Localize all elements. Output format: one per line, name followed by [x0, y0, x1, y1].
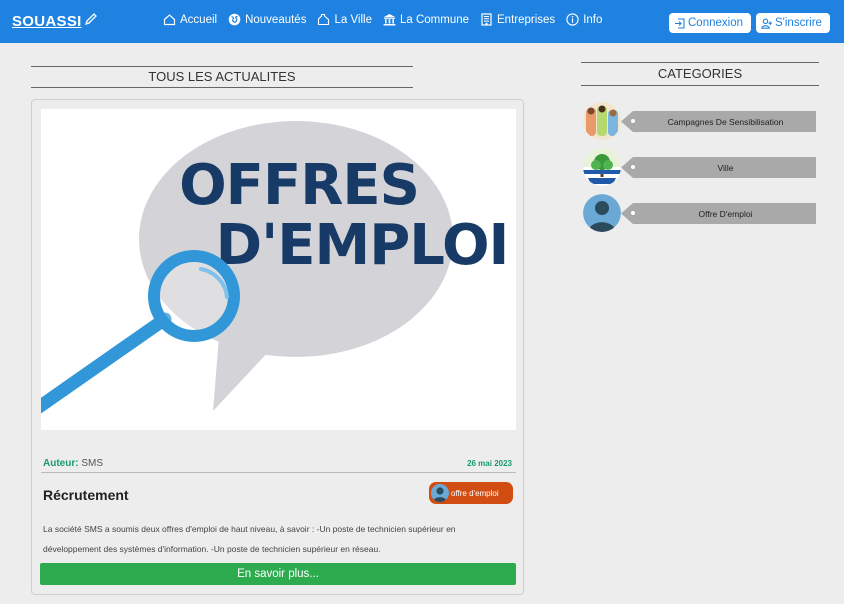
building-icon — [481, 13, 492, 26]
login-icon — [675, 17, 685, 29]
read-more-button[interactable]: En savoir plus... — [40, 563, 516, 585]
add-user-icon — [761, 18, 772, 29]
nav-la-commune[interactable]: La Commune — [383, 13, 469, 26]
home-icon — [163, 14, 176, 26]
post-date: 26 mai 2023 — [467, 459, 512, 468]
top-navbar: SOUASSI Accueil Nouveautés La Ville La C… — [0, 0, 844, 43]
info-icon — [566, 13, 579, 26]
category-badge[interactable]: offre d'emploi — [429, 482, 513, 504]
category-tag: Campagnes De Sensibilisation — [621, 111, 816, 132]
nav-nouveautes[interactable]: Nouveautés — [228, 13, 306, 26]
person-avatar-icon — [583, 194, 621, 232]
nav-la-commune-label: La Commune — [399, 13, 470, 26]
globe-icon — [228, 13, 241, 26]
job-offers-illustration: OFFRES D'EMPLOI — [41, 121, 509, 414]
meta-divider — [41, 472, 516, 473]
category-label: Ville — [717, 162, 734, 173]
post-excerpt: La société SMS a soumis deux offres d'em… — [43, 524, 456, 554]
login-label: Connexion — [688, 17, 743, 29]
magnifier-icon — [41, 250, 240, 414]
category-badge-label: offre d'emploi — [451, 488, 499, 498]
bank-icon — [383, 14, 396, 26]
signup-button[interactable]: S'inscrire — [756, 13, 830, 33]
nav-accueil[interactable]: Accueil — [163, 13, 217, 26]
post-title[interactable]: Récrutement — [43, 487, 129, 503]
city-icon — [318, 13, 330, 26]
news-section-title: TOUS LES ACTUALITES — [31, 66, 413, 88]
image-text-demploi: D'EMPLOI — [216, 213, 509, 278]
signup-label: S'inscrire — [775, 17, 822, 29]
nav-nouveautes-label: Nouveautés — [245, 13, 307, 26]
city-emblem-thumbnail — [583, 148, 621, 186]
author-name: SMS — [81, 458, 104, 469]
nav-entreprises-label: Entreprises — [497, 13, 556, 26]
nav-entreprises[interactable]: Entreprises — [480, 13, 555, 26]
brand-logo[interactable]: SOUASSI — [12, 13, 82, 30]
person-avatar-icon — [431, 484, 449, 502]
author-label: Auteur: — [43, 458, 79, 469]
post-image[interactable]: OFFRES D'EMPLOI — [41, 109, 516, 430]
categories-title: CATEGORIES — [581, 62, 819, 86]
nav-info[interactable]: Info — [566, 13, 602, 26]
category-tag: Offre D'emploi — [621, 203, 816, 224]
image-text-offres: OFFRES — [179, 153, 419, 218]
nav-la-ville[interactable]: La Ville — [317, 13, 372, 26]
nav-la-ville-label: La Ville — [334, 13, 372, 26]
category-label: Campagnes De Sensibilisation — [667, 116, 784, 127]
post-author: Auteur: SMS — [43, 458, 103, 469]
login-button[interactable]: Connexion — [669, 13, 751, 33]
pencil-icon — [84, 13, 97, 26]
nav-accueil-label: Accueil — [180, 13, 218, 26]
category-tag: Ville — [621, 157, 816, 178]
news-card: OFFRES D'EMPLOI Auteur: SMS 26 mai 2023 … — [31, 99, 524, 595]
campaign-thumbnail — [583, 102, 621, 140]
category-label: Offre D'emploi — [698, 208, 753, 219]
nav-info-label: Info — [583, 13, 603, 26]
